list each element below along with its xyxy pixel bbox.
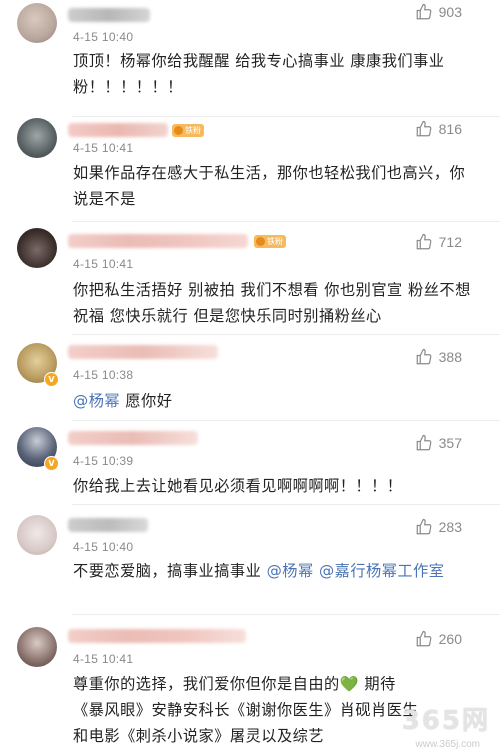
verified-badge-icon: V [44, 456, 59, 471]
like-button[interactable]: 388 [415, 348, 462, 366]
like-count: 283 [438, 519, 462, 535]
green-heart-icon: 💚 [339, 675, 360, 693]
watermark-url: www.365j.com [415, 739, 480, 750]
like-button[interactable]: 260 [415, 630, 462, 648]
thumbs-up-icon [416, 348, 431, 365]
mention-link[interactable]: @杨幂 [73, 392, 120, 410]
username-blurred[interactable] [68, 234, 248, 248]
username-blurred[interactable] [68, 8, 150, 22]
fan-badge-icon [174, 126, 183, 135]
avatar[interactable] [17, 627, 57, 667]
comment-item: 铁粉 4-15 10:41 712 你把私生活捂好 别被拍 我们不想看 你也别官… [0, 222, 500, 342]
comment-text: @杨幂 愿你好 [73, 392, 173, 410]
comment-time: 4-15 10:39 [73, 454, 134, 468]
like-count: 260 [438, 631, 462, 647]
like-count: 816 [438, 121, 462, 137]
thumbs-up-icon [416, 120, 431, 137]
comment-time: 4-15 10:41 [73, 141, 134, 155]
fan-badge-icon [256, 237, 265, 246]
fan-badge: 铁粉 [254, 235, 286, 248]
thumbs-up-icon [416, 233, 431, 250]
like-count: 388 [438, 349, 462, 365]
comment-time: 4-15 10:41 [73, 257, 134, 271]
comment-item: 铁粉 4-15 10:41 816 如果作品存在感大于私生活，那你也轻松我们也高… [0, 117, 500, 230]
like-count: 357 [438, 435, 462, 451]
username-blurred[interactable] [68, 123, 168, 137]
comment-item: V 4-15 10:38 388 @杨幂 愿你好 [0, 335, 500, 420]
avatar[interactable] [17, 515, 57, 555]
like-count: 903 [438, 4, 462, 20]
comment-item: V 4-15 10:39 357 你给我上去让她看见必须看见啊啊啊啊！！！！ [0, 421, 500, 505]
like-button[interactable]: 816 [415, 120, 462, 138]
like-button[interactable]: 712 [415, 233, 462, 251]
comment-text: 你把私生活捂好 别被拍 我们不想看 你也别官宣 粉丝不想祝福 您快乐就行 但是您… [73, 281, 471, 325]
thumbs-up-icon [416, 630, 431, 647]
comment-item: 4-15 10:40 283 不要恋爱脑，搞事业搞事业 @杨幂 @嘉行杨幂工作室 [0, 505, 500, 613]
like-count: 712 [438, 234, 462, 250]
username-blurred[interactable] [68, 629, 246, 643]
comment-time: 4-15 10:38 [73, 368, 134, 382]
like-button[interactable]: 903 [415, 3, 462, 21]
comment-text: 不要恋爱脑，搞事业搞事业 @杨幂 @嘉行杨幂工作室 [73, 562, 445, 580]
comment-time: 4-15 10:40 [73, 540, 134, 554]
comment-time: 4-15 10:40 [73, 30, 134, 44]
avatar[interactable] [17, 118, 57, 158]
thumbs-up-icon [416, 518, 431, 535]
comment-text: 如果作品存在感大于私生活，那你也轻松我们也高兴，你说是不是 [73, 164, 466, 208]
comment-time: 4-15 10:41 [73, 652, 134, 666]
mention-link[interactable]: @杨幂 [267, 562, 314, 580]
mention-link[interactable]: @嘉行杨幂工作室 [319, 562, 445, 580]
comment-feed: 4-15 10:40 903 顶顶！杨幂你给我醒醒 给我专心搞事业 康康我们事业… [0, 0, 500, 753]
avatar[interactable] [17, 228, 57, 268]
verified-badge-icon: V [44, 372, 59, 387]
avatar[interactable] [17, 3, 57, 43]
username-blurred[interactable] [68, 431, 198, 445]
comment-text: 你给我上去让她看见必须看见啊啊啊啊！！！！ [73, 477, 403, 495]
fan-badge: 铁粉 [172, 124, 204, 137]
like-button[interactable]: 357 [415, 434, 462, 452]
comment-text: 顶顶！杨幂你给我醒醒 给我专心搞事业 康康我们事业粉！！！！！！ [73, 52, 445, 96]
like-button[interactable]: 283 [415, 518, 462, 536]
username-blurred[interactable] [68, 518, 148, 532]
thumbs-up-icon [416, 434, 431, 451]
comment-item: 4-15 10:40 903 顶顶！杨幂你给我醒醒 给我专心搞事业 康康我们事业… [0, 0, 500, 118]
username-blurred[interactable] [68, 345, 218, 359]
thumbs-up-icon [416, 3, 431, 20]
watermark: 365网 [401, 706, 490, 736]
